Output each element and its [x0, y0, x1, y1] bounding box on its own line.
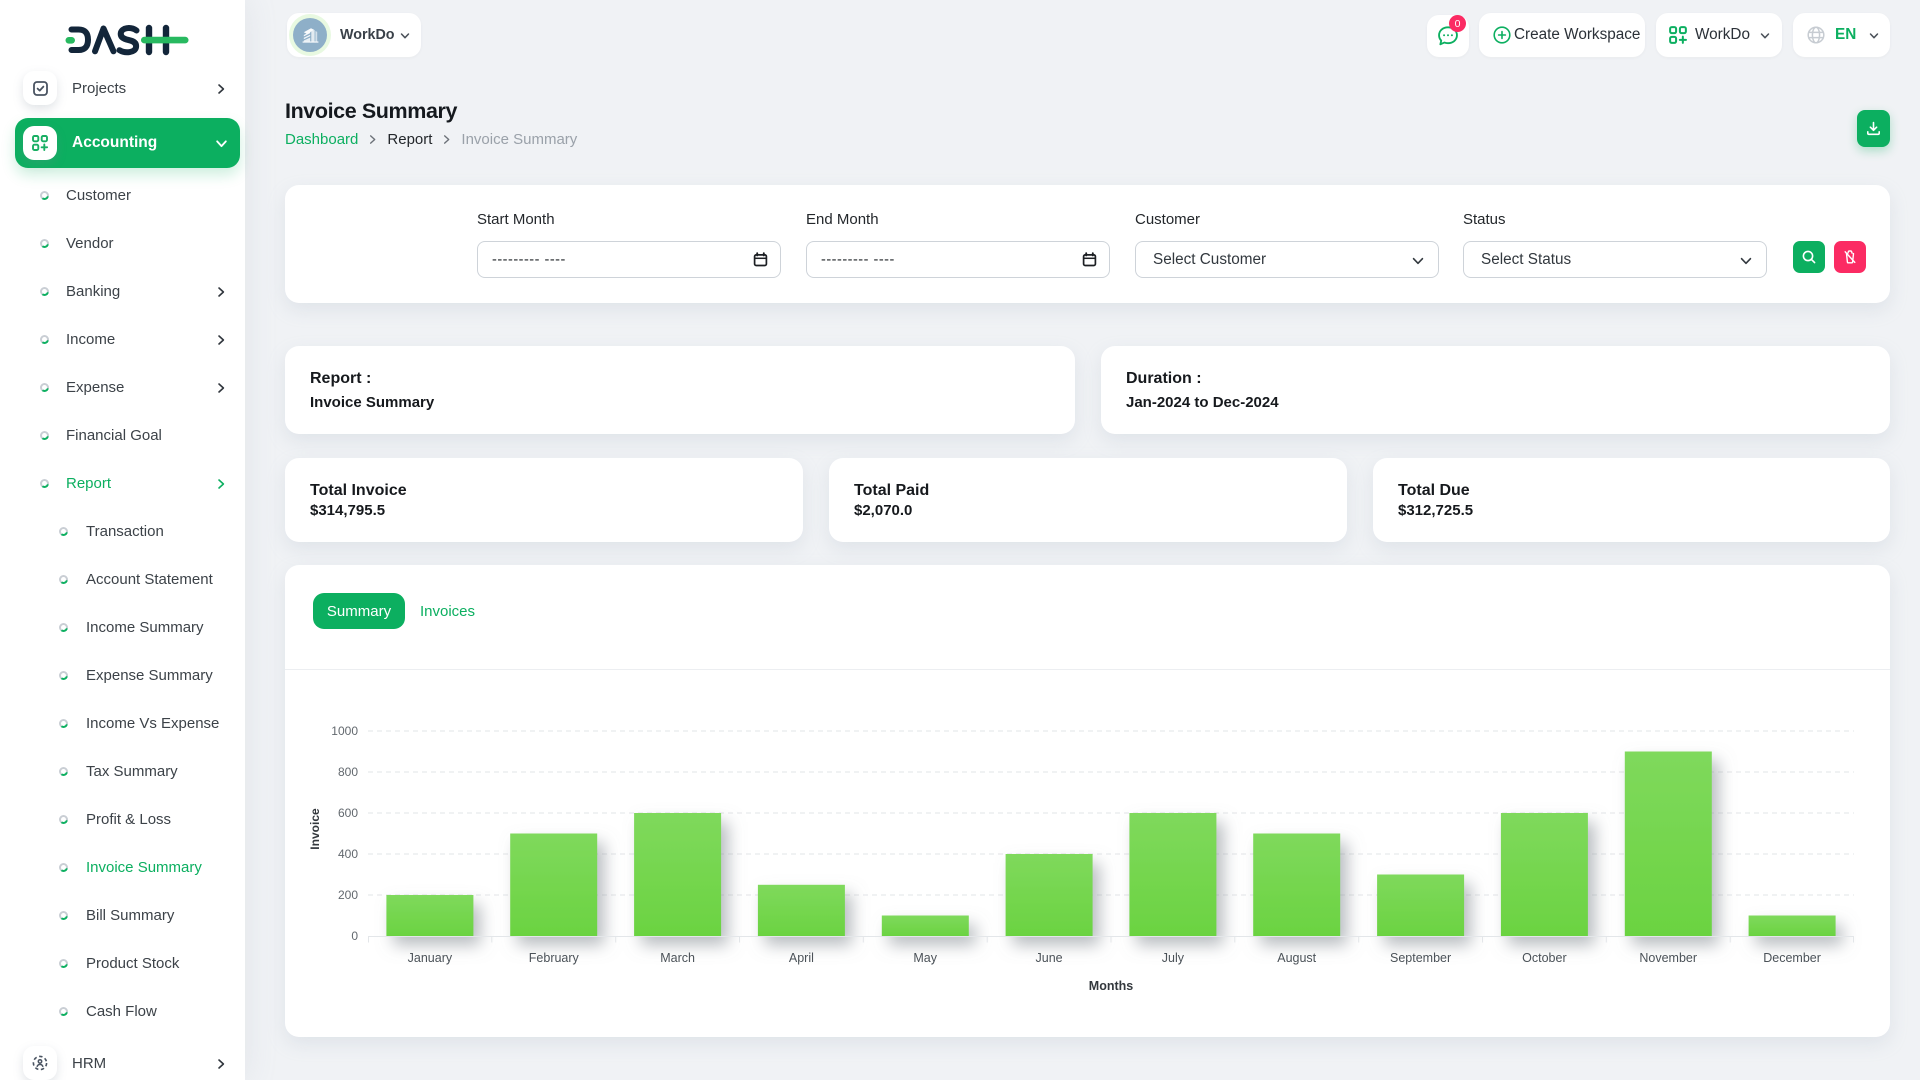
- svg-text:200: 200: [338, 888, 358, 902]
- svg-text:Months: Months: [1089, 979, 1133, 993]
- svg-text:600: 600: [338, 806, 358, 820]
- svg-text:1000: 1000: [331, 724, 358, 738]
- svg-text:December: December: [1763, 951, 1821, 965]
- svg-text:July: July: [1162, 951, 1185, 965]
- svg-text:April: April: [789, 951, 814, 965]
- svg-text:October: October: [1522, 951, 1566, 965]
- svg-text:400: 400: [338, 847, 358, 861]
- svg-text:November: November: [1639, 951, 1697, 965]
- svg-text:February: February: [529, 951, 580, 965]
- svg-text:August: August: [1277, 951, 1316, 965]
- svg-text:Invoice: Invoice: [308, 808, 322, 850]
- svg-text:March: March: [660, 951, 695, 965]
- svg-text:June: June: [1036, 951, 1063, 965]
- svg-text:January: January: [408, 951, 453, 965]
- svg-text:800: 800: [338, 765, 358, 779]
- svg-text:September: September: [1390, 951, 1451, 965]
- svg-text:May: May: [913, 951, 937, 965]
- svg-text:0: 0: [351, 929, 358, 943]
